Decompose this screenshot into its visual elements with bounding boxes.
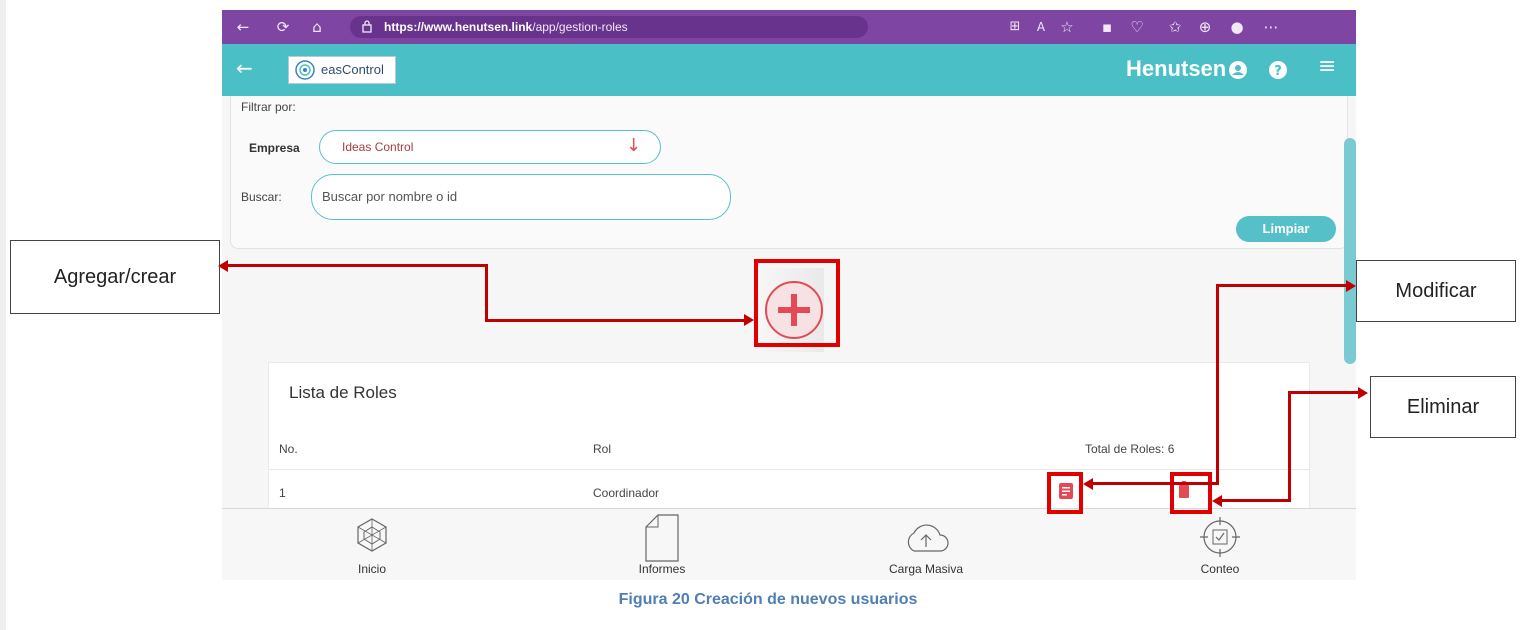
dropdown-arrow-icon: ↓ [626,135,642,156]
row-number: 1 [279,486,286,500]
connector-delete-arrow-left [1212,495,1222,507]
back-arrow-icon[interactable]: ← [236,56,253,80]
connector-add-arrow-left [218,260,228,272]
empresa-select[interactable]: Ideas Control ↓ [319,130,661,164]
url-text: https://www.henutsen.link/app/gestion-ro… [384,20,628,34]
callout-agregar: Agregar/crear [10,240,220,314]
collections-icon[interactable]: ⊕ [1196,18,1214,36]
connector-delete-2 [1288,391,1291,502]
callout-modificar-label: Modificar [1395,279,1477,302]
document-icon [645,514,679,562]
fingerprint-logo-icon [295,60,315,80]
app-header: ← easControl Henutsen ? ≡ [222,44,1356,96]
back-icon[interactable]: ← [234,18,252,36]
highlight-add-button [754,259,840,347]
column-header-rol: Rol [593,442,612,456]
nav-inicio[interactable]: Inicio [272,509,472,580]
nav-informes[interactable]: Informes [562,509,762,580]
refresh-icon[interactable]: ⟳ [274,18,292,36]
connector-edit-2 [1216,284,1219,485]
svg-text:?: ? [1274,64,1282,79]
cloud-upload-icon [907,524,949,552]
favorite-icon[interactable]: ☆ [1058,18,1076,36]
nav-conteo-label: Conteo [1200,562,1240,576]
read-aloud-icon[interactable]: A [1032,18,1050,36]
connector-delete-arrow-right [1358,387,1368,399]
company-logo: easControl [288,56,396,84]
callout-modificar: Modificar [1356,260,1516,322]
more-icon[interactable]: ⋯ [1262,18,1280,36]
highlight-edit-icon [1047,472,1083,514]
home-cube-icon [357,518,387,552]
roles-list-title: Lista de Roles [289,383,397,402]
count-target-icon [1200,517,1240,557]
connector-add-3 [485,319,745,322]
scrollbar-thumb[interactable] [1344,138,1356,364]
menu-icon[interactable]: ≡ [1318,54,1336,79]
nav-inicio-label: Inicio [357,562,386,576]
nav-carga-masiva[interactable]: Carga Masiva [826,509,1026,580]
favorites-icon[interactable]: ✩ [1166,18,1184,36]
connector-edit-1 [1216,284,1348,287]
callout-eliminar-label: Eliminar [1406,395,1480,418]
search-placeholder: Buscar por nombre o id [322,189,458,204]
column-header-no: No. [279,442,298,456]
nav-carga-masiva-label: Carga Masiva [888,562,964,576]
nav-conteo[interactable]: Conteo [1120,509,1320,580]
page-margin [0,0,6,630]
row-role-name: Coordinador [593,486,660,500]
connector-add-arrow-right [744,314,754,326]
user-account-icon[interactable] [1228,60,1248,80]
connector-edit-3 [1093,482,1219,485]
buscar-label: Buscar: [241,190,282,204]
help-icon[interactable]: ? [1268,60,1288,80]
browser-essentials-icon[interactable]: ♡ [1128,18,1146,36]
filter-panel: Filtrar por: Empresa Ideas Control ↓ Bus… [230,96,1348,249]
highlight-delete-icon [1170,472,1212,514]
henutsen-brand: Henutsen [1126,56,1227,81]
home-icon[interactable]: ⌂ [308,18,326,36]
callout-eliminar: Eliminar [1370,376,1516,438]
connector-delete-3 [1222,499,1291,502]
address-bar[interactable]: https://www.henutsen.link/app/gestion-ro… [350,16,868,38]
browser-toolbar: ← ⟳ ⌂ https://www.henutsen.link/app/gest… [222,10,1356,44]
empresa-value: Ideas Control [342,140,414,154]
connector-delete-1 [1288,391,1360,394]
filter-title: Filtrar por: [241,100,296,114]
nav-informes-label: Informes [638,562,686,576]
roles-list: Lista de Roles No. Rol Total de Roles: 6… [268,362,1310,524]
search-input[interactable]: Buscar por nombre o id [311,174,731,220]
empresa-label: Empresa [249,141,300,155]
roles-total: Total de Roles: 6 [1085,442,1175,456]
bottom-navigation: Inicio Informes Carga Masiva Conteo [222,508,1356,580]
reader-view-icon[interactable]: ⊞ [1006,18,1024,36]
callout-agregar-label: Agregar/crear [53,265,177,288]
figure-caption: Figura 20 Creación de nuevos usuarios [618,591,918,608]
profile-icon[interactable]: ● [1228,18,1246,36]
logo-text: easControl [321,62,384,77]
lock-icon [362,20,372,33]
extensions-icon[interactable]: ▪ [1098,18,1116,36]
connector-add-2 [485,264,488,322]
connector-edit-arrow-right [1346,280,1356,292]
connector-edit-arrow-left [1083,478,1093,490]
clear-button[interactable]: Limpiar [1236,216,1336,242]
connector-add-1 [228,264,488,267]
table-row: 1 Coordinador [269,470,1309,510]
